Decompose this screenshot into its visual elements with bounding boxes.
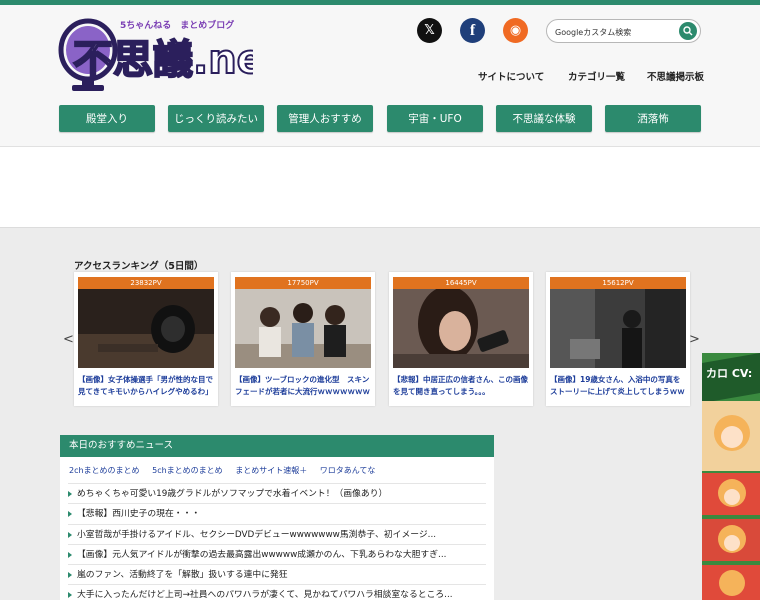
nav-categories[interactable]: カテゴリ一覧 (568, 69, 625, 83)
ranking-card[interactable]: 16445PV 【悲報】中居正広の信者さん、この画像を見て開き直ってしまう。。。 (389, 272, 533, 406)
category-nav: 殿堂入り じっくり読みたい 管理人おすすめ 宇宙・UFO 不思議な体験 洒落怖 (0, 105, 760, 133)
tagline: 5ちゃんねる まとめブログ (120, 19, 234, 31)
category-space-ufo[interactable]: 宇宙・UFO (387, 105, 483, 132)
search-box (546, 19, 701, 44)
ad-banner-area (0, 146, 760, 228)
ranking-title: アクセスランキング（5日間） (74, 261, 204, 272)
ranking-next-button[interactable]: > (689, 332, 700, 347)
news-item[interactable]: 嵐のファン、活動終了を「解散」扱いする連中に発狂 (68, 564, 486, 584)
search-button[interactable] (679, 22, 697, 40)
ranking-thumbnail[interactable] (235, 289, 371, 368)
ranking-thumbnail[interactable] (393, 289, 529, 368)
news-list: めちゃくちゃ可愛い19歳グラドルがソフマップで水着イベント！（画像あり） 【悲報… (68, 483, 486, 600)
news-item[interactable]: 大手に入ったんだけど上司→社員へのパワハラが凄くて、見かねてパワハラ相談室なると… (68, 584, 486, 600)
news-panel-title: 本日のおすすめニュース (60, 435, 494, 457)
nav-board[interactable]: 不思議掲示板 (647, 69, 704, 83)
news-source-link[interactable]: ワロタあんてな (320, 466, 376, 475)
side-ad-text: カロ CV: (706, 367, 752, 380)
ranking-pv-badge: 23832PV (78, 277, 214, 289)
rss-icon[interactable]: ◉ (503, 18, 528, 43)
category-long-read[interactable]: じっくり読みたい (168, 105, 264, 132)
category-hall-of-fame[interactable]: 殿堂入り (59, 105, 155, 132)
ranking-headline[interactable]: 【画像】ツーブロックの進化型 スキンフェードが若者に大流行ｗｗｗｗｗｗｗ (235, 374, 371, 400)
nav-about[interactable]: サイトについて (478, 69, 544, 83)
ranking-headline[interactable]: 【悲報】中居正広の信者さん、この画像を見て開き直ってしまう。。。 (393, 374, 529, 400)
news-source-link[interactable]: 5chまとめのまとめ (152, 466, 223, 475)
news-source-links: 2chまとめのまとめ 5chまとめのまとめ まとめサイト速報＋ ワロタあんてな (69, 465, 385, 476)
category-horror[interactable]: 洒落怖 (605, 105, 701, 132)
ranking-card[interactable]: 23832PV 【画像】女子体操選手「男が性的な目で見てきてキモいからハイレグや… (74, 272, 218, 406)
ranking-thumbnail[interactable] (550, 289, 686, 368)
ranking-thumbnail[interactable] (78, 289, 214, 368)
news-source-link[interactable]: 2chまとめのまとめ (69, 466, 140, 475)
news-item[interactable]: 小室哲哉が手掛けるアイドル、セクシーDVDデビューwwwwwww馬渕恭子、初イメ… (68, 523, 486, 544)
search-input[interactable] (547, 21, 667, 44)
ranking-pv-badge: 15612PV (550, 277, 686, 289)
ranking-pv-badge: 16445PV (393, 277, 529, 289)
ranking-card[interactable]: 17750PV 【画像】ツーブロックの進化型 スキンフェードが若者に大流行ｗｗｗ… (231, 272, 375, 406)
site-header: 5ちゃんねる まとめブログ 不思議.net 𝕏 f ◉ サイトについて カテゴリ… (0, 5, 760, 146)
category-strange-experience[interactable]: 不思議な体験 (496, 105, 592, 132)
recommended-news-panel: 本日のおすすめニュース 2chまとめのまとめ 5chまとめのまとめ まとめサイト… (60, 435, 494, 600)
x-social-icon[interactable]: 𝕏 (417, 18, 442, 43)
category-admin-picks[interactable]: 管理人おすすめ (277, 105, 373, 132)
side-ad-banner[interactable]: カロ CV: (702, 353, 760, 600)
news-item[interactable]: 【悲報】西川史子の現在・・・ (68, 503, 486, 523)
news-item[interactable]: 【画像】元人気アイドルが衝撃の過去最高露出wwwww成瀬かのん、下乳あらわな大胆… (68, 543, 486, 564)
ranking-card[interactable]: 15612PV 【画像】19歳女さん、入浴中の写真をストーリーに上げて炎上してし… (546, 272, 690, 406)
ranking-headline[interactable]: 【画像】女子体操選手「男が性的な目で見てきてキモいからハイレグやめるわ」 (78, 374, 214, 400)
logo-text: 不思議.net (73, 37, 253, 83)
ranking-pv-badge: 17750PV (235, 277, 371, 289)
search-icon (683, 26, 693, 36)
ranking-headline[interactable]: 【画像】19歳女さん、入浴中の写真をストーリーに上げて炎上してしまうｗｗ (550, 374, 686, 400)
site-logo[interactable]: 5ちゃんねる まとめブログ 不思議.net (58, 15, 284, 99)
facebook-icon[interactable]: f (460, 18, 485, 43)
news-item[interactable]: めちゃくちゃ可愛い19歳グラドルがソフマップで水着イベント！（画像あり） (68, 483, 486, 503)
ranking-prev-button[interactable]: < (63, 332, 74, 347)
news-source-link[interactable]: まとめサイト速報＋ (235, 466, 307, 475)
